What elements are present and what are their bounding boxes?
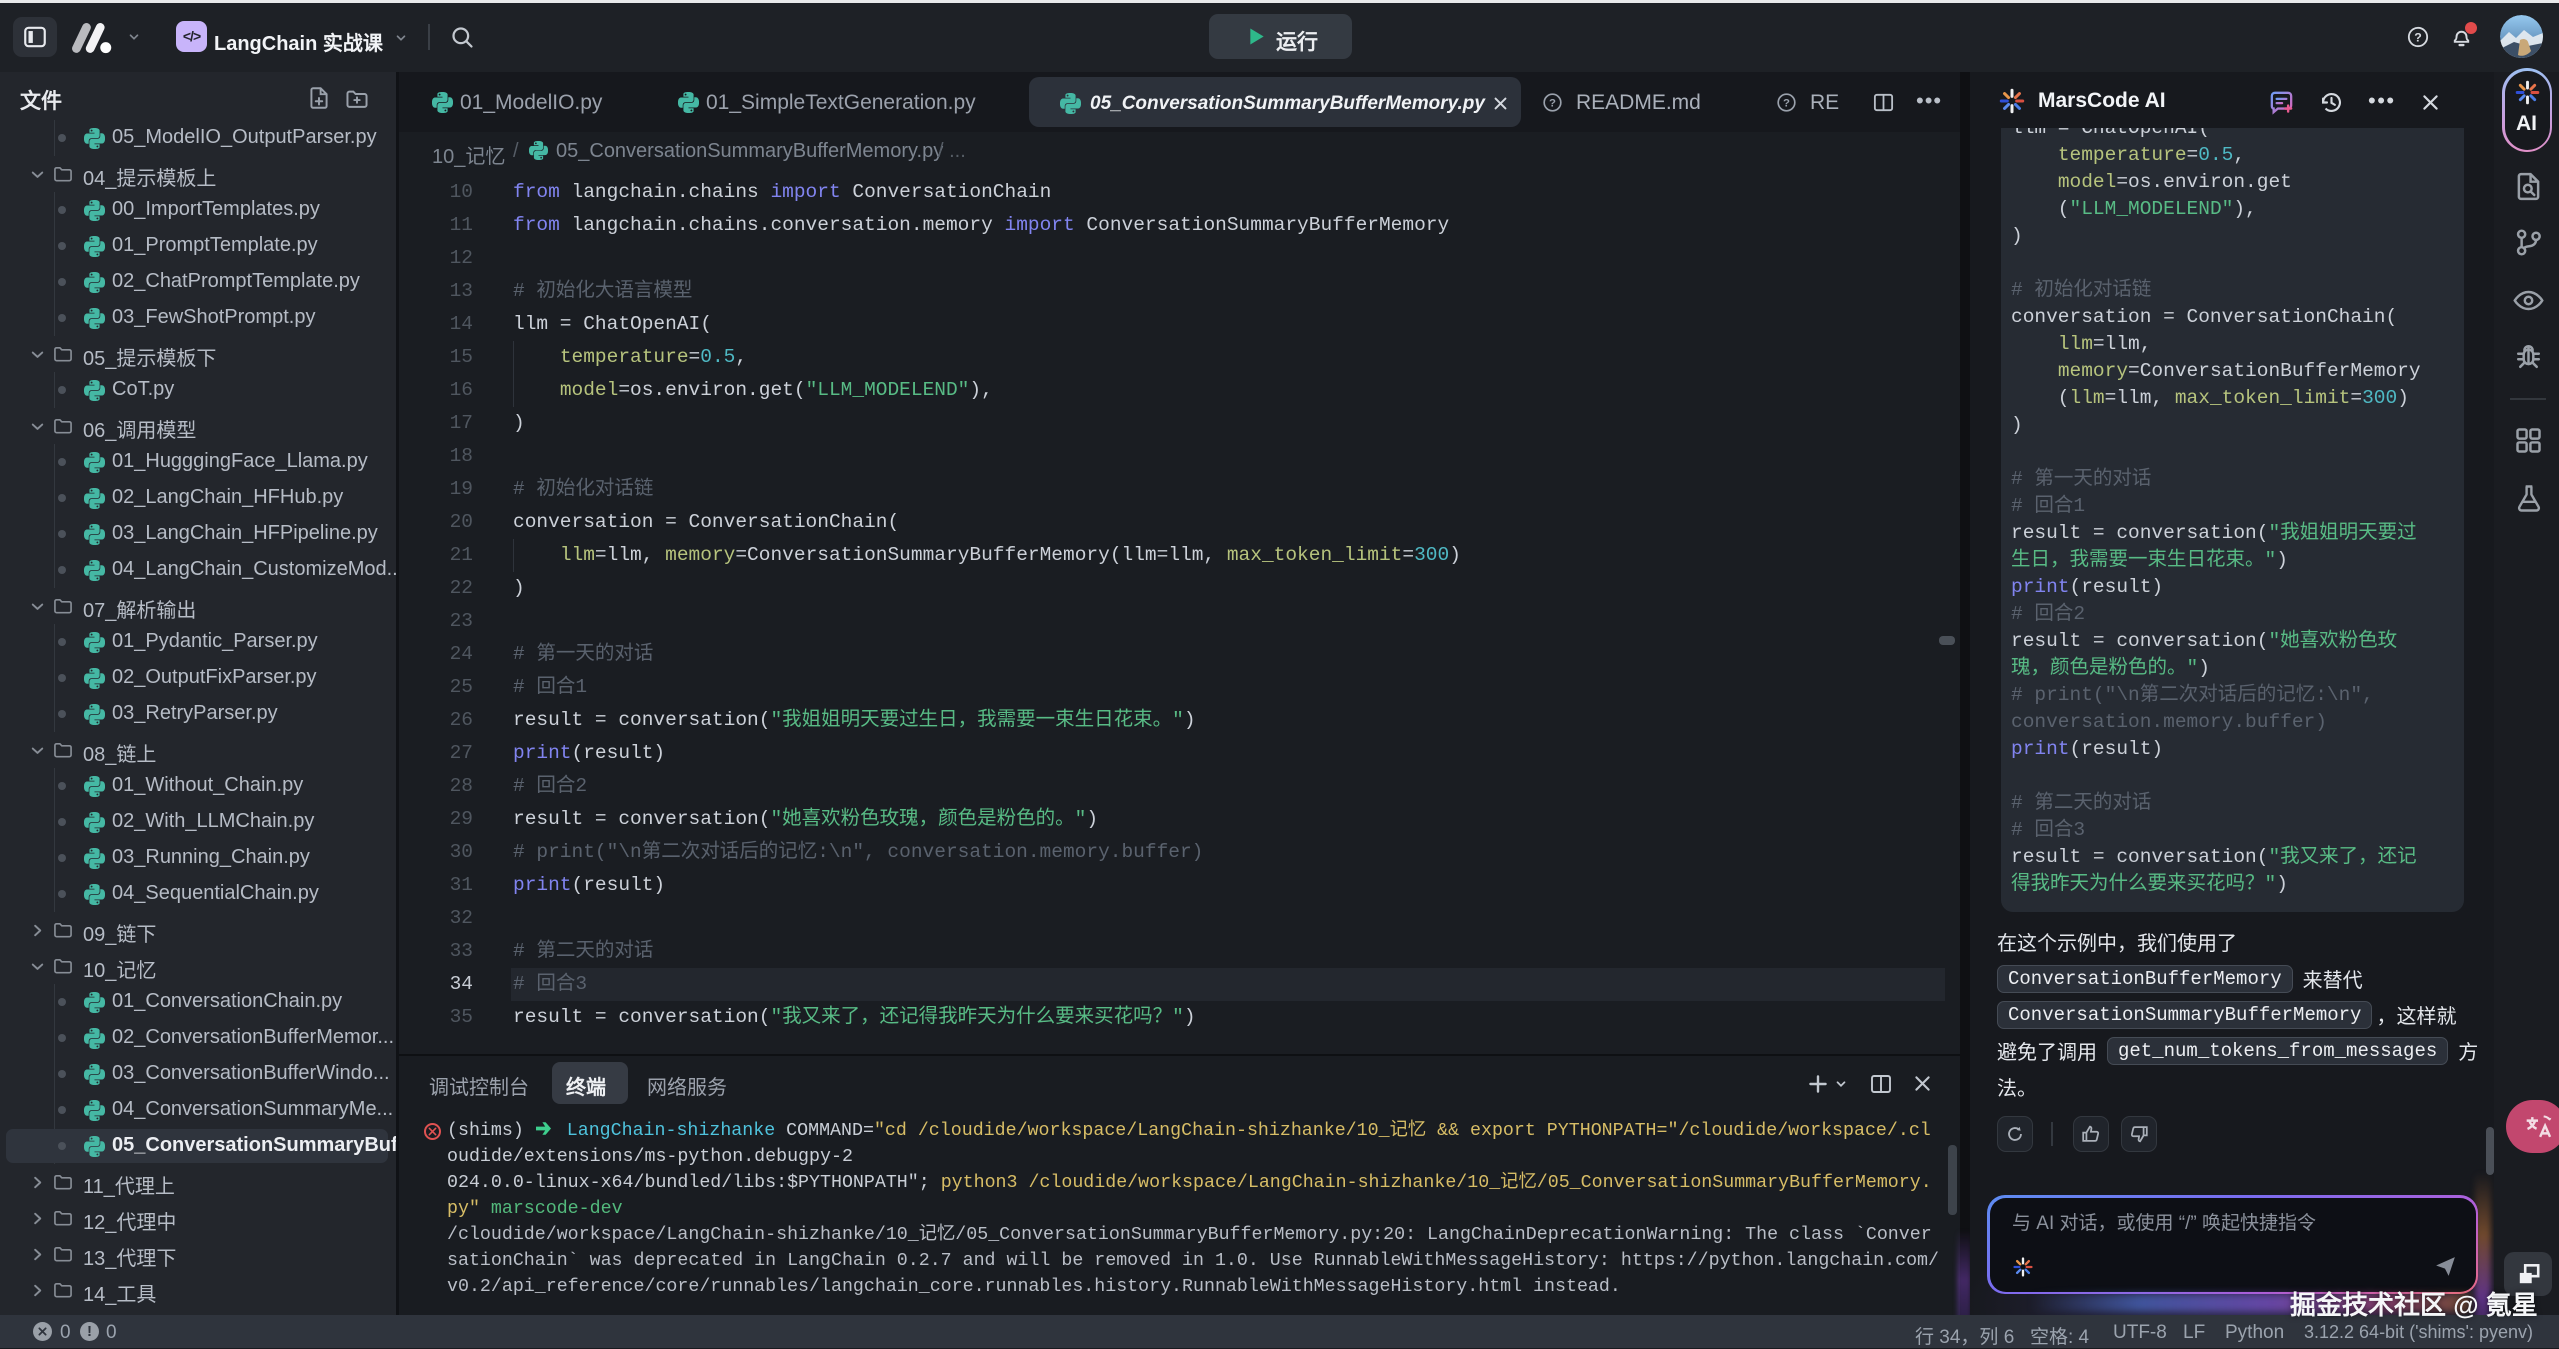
svg-text:?: ? [2414,31,2422,45]
